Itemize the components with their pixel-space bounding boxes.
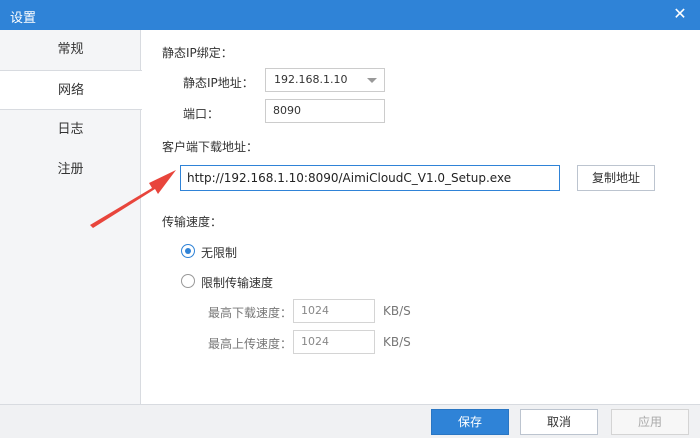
red-pointer-arrow-icon xyxy=(90,170,176,228)
close-icon[interactable]: ✕ xyxy=(670,4,690,24)
max-download-speed-label: 最高下载速度： xyxy=(208,306,293,320)
static-ip-section-label: 静态IP绑定： xyxy=(162,46,233,60)
max-upload-speed-unit: KB/S xyxy=(383,335,411,349)
sidebar-item-network[interactable]: 网络 xyxy=(0,70,142,110)
limit-speed-label[interactable]: 限制传输速度 xyxy=(201,274,273,291)
chevron-down-icon xyxy=(367,78,377,83)
sidebar-item-log[interactable]: 日志 xyxy=(0,110,141,150)
window-title: 设置 xyxy=(10,11,37,26)
client-download-url-field[interactable]: http://192.168.1.10:8090/AimiCloudC_V1.0… xyxy=(180,165,560,191)
max-upload-speed-label: 最高上传速度： xyxy=(208,337,293,351)
network-settings-panel: 静态IP绑定： 静态IP地址： 192.168.1.10 端口： 8090 客户… xyxy=(142,30,700,404)
copy-address-button[interactable]: 复制地址 xyxy=(577,165,655,191)
max-download-speed-unit: KB/S xyxy=(383,304,411,318)
max-upload-speed-input[interactable]: 1024 xyxy=(293,330,375,354)
port-input[interactable]: 8090 xyxy=(265,99,385,123)
static-ip-address-value: 192.168.1.10 xyxy=(274,73,348,86)
port-label: 端口： xyxy=(183,107,220,121)
limit-speed-radio[interactable] xyxy=(181,274,195,288)
title-bar: 设置 ✕ xyxy=(0,0,700,30)
static-ip-address-label: 静态IP地址： xyxy=(183,76,254,90)
static-ip-address-select[interactable]: 192.168.1.10 xyxy=(265,68,385,92)
client-download-section-label: 客户端下载地址： xyxy=(162,140,259,154)
unlimited-speed-radio[interactable] xyxy=(181,244,195,258)
dialog-footer: 保存 取消 应用 xyxy=(0,404,700,438)
sidebar-item-general[interactable]: 常规 xyxy=(0,30,141,70)
cancel-button[interactable]: 取消 xyxy=(520,409,598,435)
max-download-speed-input[interactable]: 1024 xyxy=(293,299,375,323)
unlimited-speed-label[interactable]: 无限制 xyxy=(201,244,237,261)
apply-button[interactable]: 应用 xyxy=(611,409,689,435)
save-button[interactable]: 保存 xyxy=(431,409,509,435)
